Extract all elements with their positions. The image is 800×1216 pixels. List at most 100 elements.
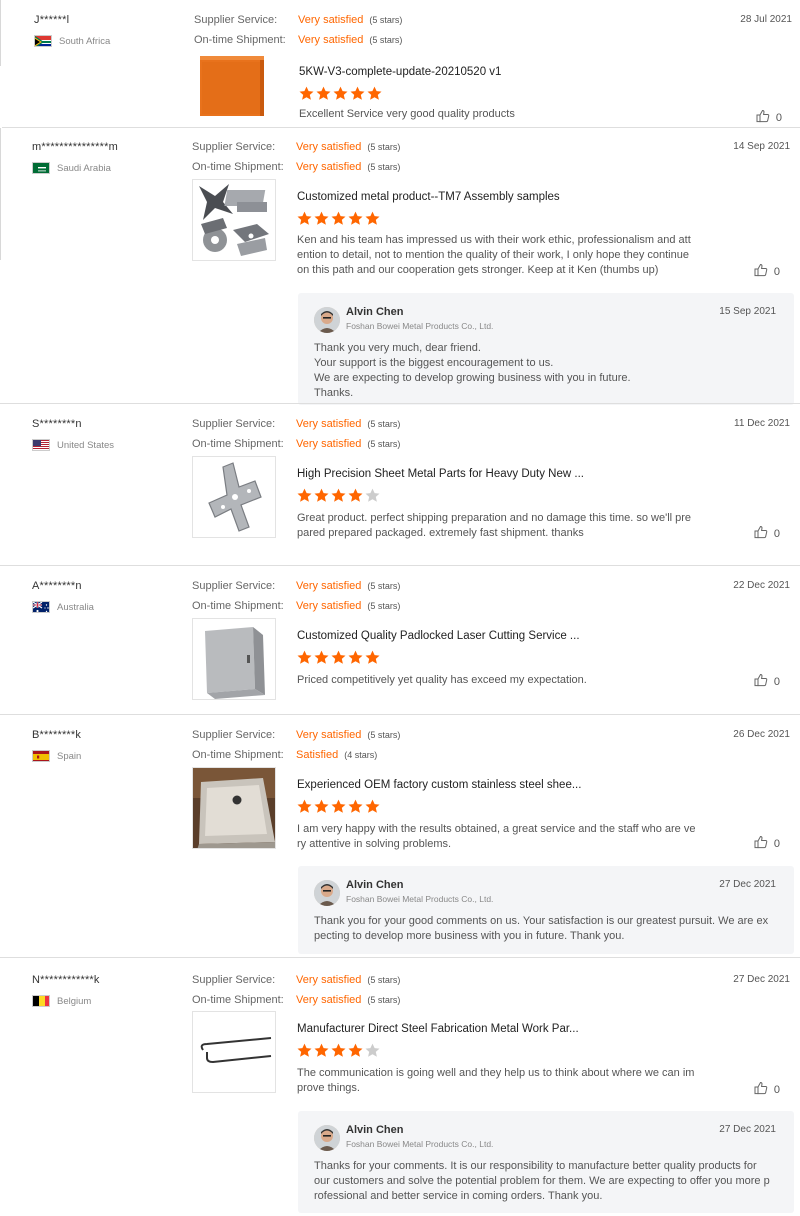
reviewer-name: m***************m — [32, 141, 118, 153]
review-date: 27 Dec 2021 — [733, 974, 790, 985]
review-item: S********n United States 11 Dec 2021 Suppli… — [0, 418, 800, 566]
star-filled-icon — [297, 488, 312, 502]
reply-author-name: Alvin Chen — [346, 306, 404, 318]
country-flag-icon — [32, 162, 50, 174]
star-filled-icon — [348, 488, 363, 502]
on-time-shipment-label: On-time Shipment: — [192, 749, 284, 761]
star-filled-icon — [314, 211, 329, 225]
star-filled-icon — [331, 1043, 346, 1057]
product-rating-stars — [297, 799, 380, 814]
thumbs-up-icon — [754, 263, 768, 280]
product-title-link[interactable]: Customized metal product--TM7 Assembly s… — [297, 191, 560, 203]
product-thumbnail[interactable] — [192, 767, 276, 849]
review-item: B********k Spain 26 Dec 2021 Supplier Servi… — [0, 729, 800, 958]
supplier-service-value: Very satisfied — [296, 141, 362, 153]
supplier-service-label: Supplier Service: — [194, 14, 278, 26]
reply-text-line: We are expecting to develop growing busi… — [314, 372, 631, 384]
on-time-shipment-rating: On-time Shipment: Very satisfied (5 stars) — [194, 34, 402, 46]
on-time-shipment-rating: On-time Shipment: Very satisfied (5 stars) — [192, 994, 400, 1006]
product-title-link[interactable]: Customized Quality Padlocked Laser Cutti… — [297, 630, 580, 642]
like-count: 0 — [775, 111, 782, 124]
supplier-service-rating: Supplier Service: Very satisfied (5 stars) — [192, 580, 400, 592]
star-filled-icon — [365, 650, 380, 664]
review-comment: The communication is going well and they… — [297, 1066, 701, 1096]
on-time-shipment-stars: (5 stars) — [367, 162, 401, 172]
product-thumbnail[interactable] — [192, 456, 276, 538]
thumbs-up-icon — [756, 109, 770, 126]
supplier-service-stars: (5 stars) — [367, 581, 401, 591]
star-filled-icon — [348, 650, 363, 664]
like-button[interactable]: 0 — [754, 263, 780, 280]
star-filled-icon — [297, 211, 312, 225]
product-title-link[interactable]: Experienced OEM factory custom stainless… — [297, 779, 581, 791]
supplier-service-stars: (5 stars) — [369, 15, 403, 25]
product-title-link[interactable]: 5KW-V3-complete-update-20210520 v1 — [299, 66, 501, 78]
star-filled-icon — [331, 799, 346, 813]
reviewer-country: Australia — [32, 600, 94, 614]
like-button[interactable]: 0 — [754, 835, 780, 852]
product-thumbnail[interactable] — [192, 1011, 276, 1093]
reply-company: Foshan Bowei Metal Products Co., Ltd. — [346, 894, 494, 904]
reply-text-line: rofessional and better service in coming… — [314, 1190, 603, 1202]
like-button[interactable]: 0 — [756, 109, 782, 126]
on-time-shipment-label: On-time Shipment: — [192, 600, 284, 612]
reviewer-name: A********n — [32, 580, 82, 592]
review-comment-line: The communication is going well and they… — [297, 1067, 695, 1079]
review-comment-line: Priced competitively yet quality has exc… — [297, 674, 587, 686]
product-title-link[interactable]: High Precision Sheet Metal Parts for Hea… — [297, 468, 584, 480]
product-title-link[interactable]: Manufacturer Direct Steel Fabrication Me… — [297, 1023, 579, 1035]
reviewer-country: Belgium — [32, 994, 91, 1008]
product-rating-stars — [297, 488, 380, 503]
on-time-shipment-stars: (4 stars) — [344, 750, 378, 760]
on-time-shipment-rating: On-time Shipment: Very satisfied (5 stars) — [192, 161, 400, 173]
on-time-shipment-value: Very satisfied — [296, 161, 362, 173]
review-divider — [0, 957, 800, 958]
on-time-shipment-label: On-time Shipment: — [192, 161, 284, 173]
avatar — [314, 880, 340, 906]
thumbs-up-icon — [754, 1081, 768, 1098]
review-date: 26 Dec 2021 — [733, 729, 790, 740]
reply-text: Thank you for your good comments on us. … — [314, 914, 780, 944]
avatar — [314, 307, 340, 333]
supplier-service-label: Supplier Service: — [192, 418, 276, 430]
reviewer-country: Spain — [32, 749, 81, 763]
review-comment: Excellent Service very good quality prod… — [299, 107, 703, 122]
supplier-service-value: Very satisfied — [296, 729, 362, 741]
reviewer-name: B********k — [32, 729, 82, 741]
country-name: Australia — [57, 601, 94, 613]
like-count: 0 — [773, 837, 780, 850]
on-time-shipment-value: Very satisfied — [296, 994, 362, 1006]
on-time-shipment-label: On-time Shipment: — [192, 438, 284, 450]
reply-text-line: pecting to develop more business with yo… — [314, 930, 625, 942]
review-comment-line: ention to detail, not to mention the qua… — [297, 249, 689, 261]
reply-company: Foshan Bowei Metal Products Co., Ltd. — [346, 1139, 494, 1149]
reviewer-country: South Africa — [34, 34, 110, 48]
country-name: Spain — [57, 750, 82, 762]
on-time-shipment-rating: On-time Shipment: Satisfied (4 stars) — [192, 749, 377, 761]
supplier-service-value: Very satisfied — [296, 974, 362, 986]
like-button[interactable]: 0 — [754, 525, 780, 542]
star-filled-icon — [365, 211, 380, 225]
star-filled-icon — [314, 488, 329, 502]
review-item: A********n Australia 22 Dec 2021 Supplier S… — [0, 580, 800, 715]
product-rating-stars — [299, 86, 382, 101]
reply-text-line: Thanks for your comments. It is our resp… — [314, 1160, 757, 1172]
reply-text: Thank you very much, dear friend. Your su… — [314, 341, 780, 401]
star-filled-icon — [333, 86, 348, 100]
product-thumbnail[interactable] — [192, 618, 276, 700]
like-button[interactable]: 0 — [754, 673, 780, 690]
on-time-shipment-value: Very satisfied — [296, 600, 362, 612]
country-flag-icon — [32, 750, 50, 762]
like-count: 0 — [773, 675, 780, 688]
reviewer-name: J******l — [34, 14, 70, 26]
product-thumbnail[interactable] — [192, 179, 276, 261]
star-filled-icon — [297, 650, 312, 664]
like-button[interactable]: 0 — [754, 1081, 780, 1098]
review-divider — [0, 403, 800, 404]
thumbs-up-icon — [754, 673, 768, 690]
supplier-service-value: Very satisfied — [296, 580, 362, 592]
country-flag-icon — [32, 601, 50, 613]
product-thumbnail[interactable] — [194, 54, 278, 116]
star-filled-icon — [314, 650, 329, 664]
supplier-service-stars: (5 stars) — [367, 142, 401, 152]
